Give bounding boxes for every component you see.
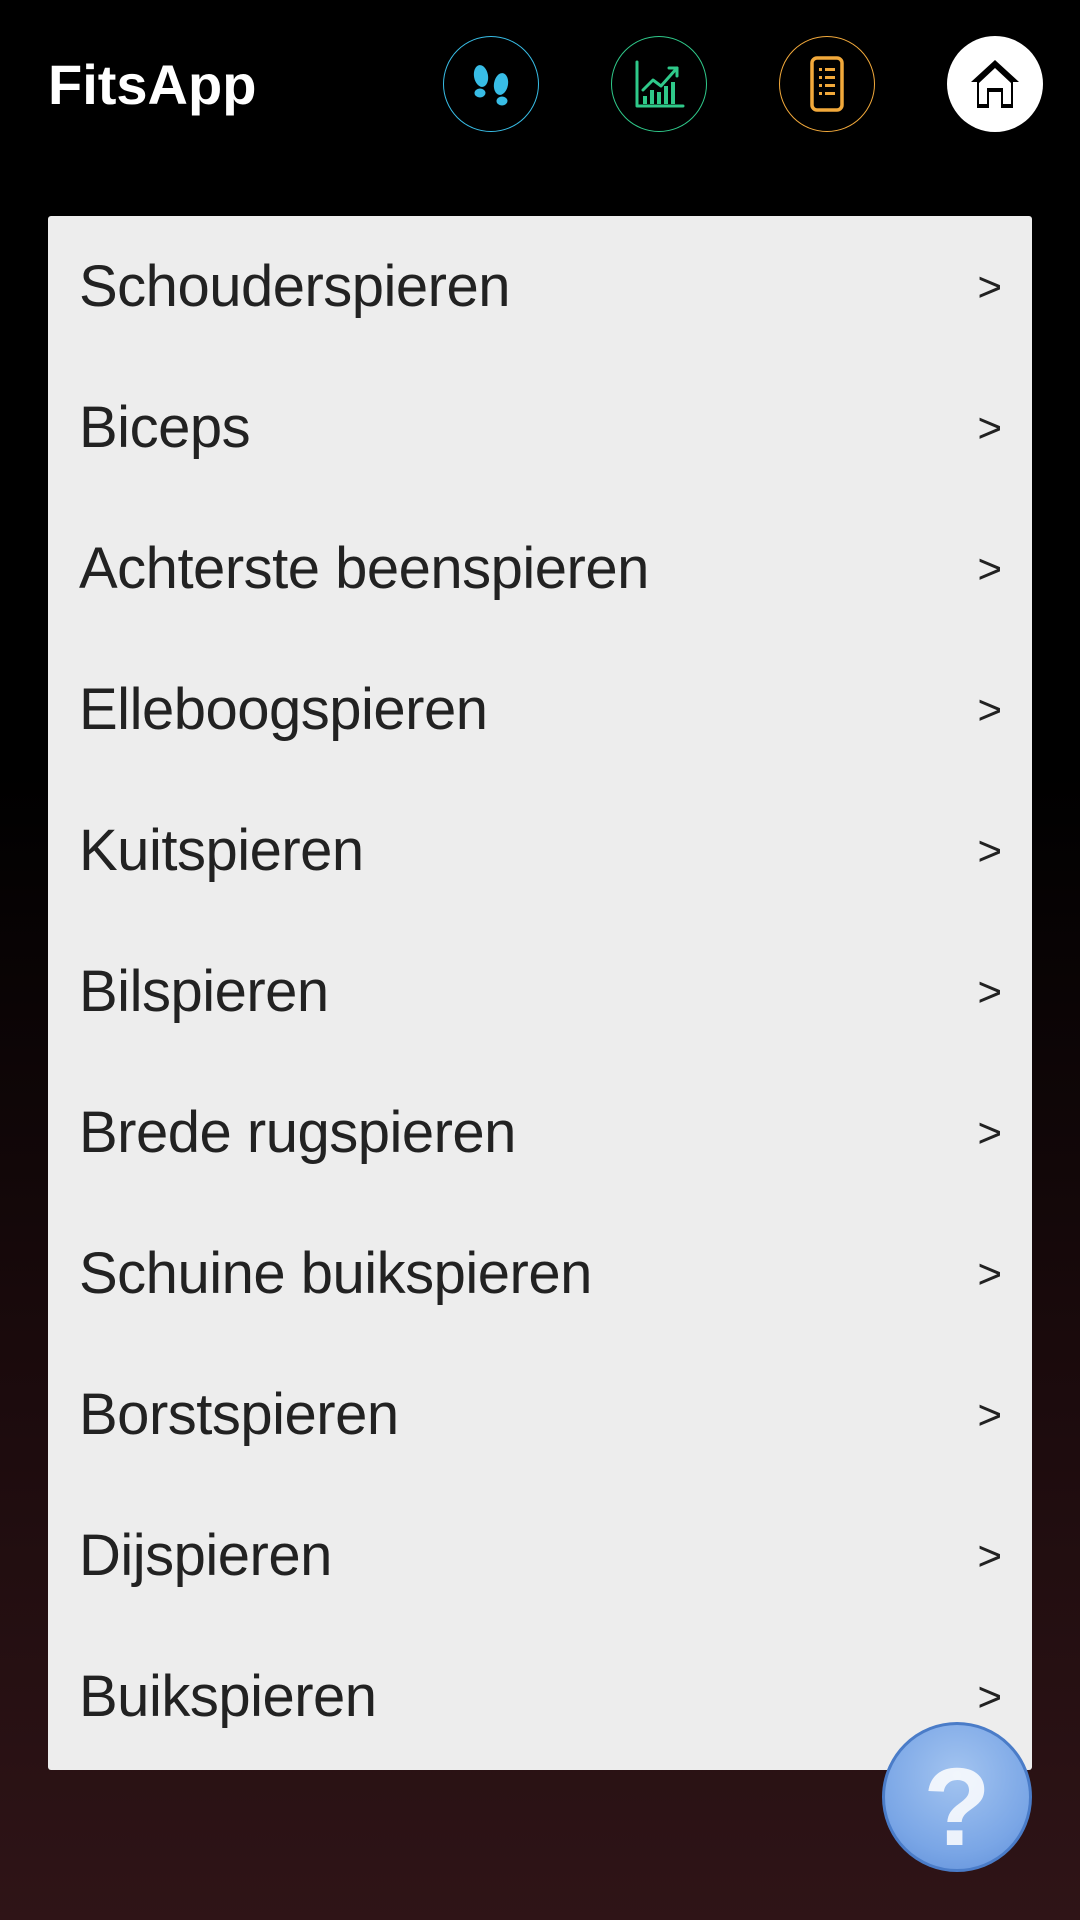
list-item-label: Buikspieren (79, 1664, 377, 1729)
list-item-brede-rugspieren[interactable]: Brede rugspieren > (48, 1062, 1032, 1203)
list-item-label: Elleboogspieren (79, 677, 488, 742)
list-item-label: Borstspieren (79, 1382, 399, 1447)
list-item-label: Schuine buikspieren (79, 1241, 592, 1306)
list-item-label: Bilspieren (79, 959, 329, 1024)
list-item-kuitspieren[interactable]: Kuitspieren > (48, 780, 1032, 921)
list-item-bilspieren[interactable]: Bilspieren > (48, 921, 1032, 1062)
chevron-right-icon: > (977, 544, 1002, 592)
chevron-right-icon: > (977, 1531, 1002, 1579)
chevron-right-icon: > (977, 685, 1002, 733)
list-item-schuine-buikspieren[interactable]: Schuine buikspieren > (48, 1203, 1032, 1344)
list-button[interactable] (779, 36, 875, 132)
chevron-right-icon: > (977, 967, 1002, 1015)
list-item-dijspieren[interactable]: Dijspieren > (48, 1485, 1032, 1626)
chevron-right-icon: > (977, 262, 1002, 310)
chevron-right-icon: > (977, 1672, 1002, 1720)
list-item-label: Kuitspieren (79, 818, 364, 883)
steps-icon (473, 65, 509, 106)
list-item-label: Biceps (79, 395, 251, 460)
home-button[interactable] (947, 36, 1043, 132)
list-item-label: Schouderspieren (79, 254, 511, 319)
list-item-elleboogspieren[interactable]: Elleboogspieren > (48, 639, 1032, 780)
chevron-right-icon: > (977, 403, 1002, 451)
list-icon (810, 56, 844, 112)
help-button[interactable]: ? (882, 1722, 1032, 1872)
list-item-biceps[interactable]: Biceps > (48, 357, 1032, 498)
list-item-borstspieren[interactable]: Borstspieren > (48, 1344, 1032, 1485)
app-title: FitsApp (48, 53, 257, 116)
list-item-achterste-beenspieren[interactable]: Achterste beenspieren > (48, 498, 1032, 639)
chevron-right-icon: > (977, 1390, 1002, 1438)
chevron-right-icon: > (977, 826, 1002, 874)
app-header: FitsApp (0, 0, 1080, 170)
help-icon: ? (923, 1746, 991, 1869)
home-icon (969, 60, 1019, 108)
list-item-schouderspieren[interactable]: Schouderspieren > (48, 216, 1032, 357)
chevron-right-icon: > (977, 1249, 1002, 1297)
stats-button[interactable] (611, 36, 707, 132)
list-item-label: Dijspieren (79, 1523, 332, 1588)
stats-chart-icon (635, 60, 685, 108)
list-item-buikspieren[interactable]: Buikspieren > (48, 1626, 1032, 1767)
steps-button[interactable] (443, 36, 539, 132)
list-item-label: Achterste beenspieren (79, 536, 649, 601)
muscle-group-list: Schouderspieren > Biceps > Achterste bee… (48, 216, 1032, 1770)
list-item-label: Brede rugspieren (79, 1100, 516, 1165)
chevron-right-icon: > (977, 1108, 1002, 1156)
